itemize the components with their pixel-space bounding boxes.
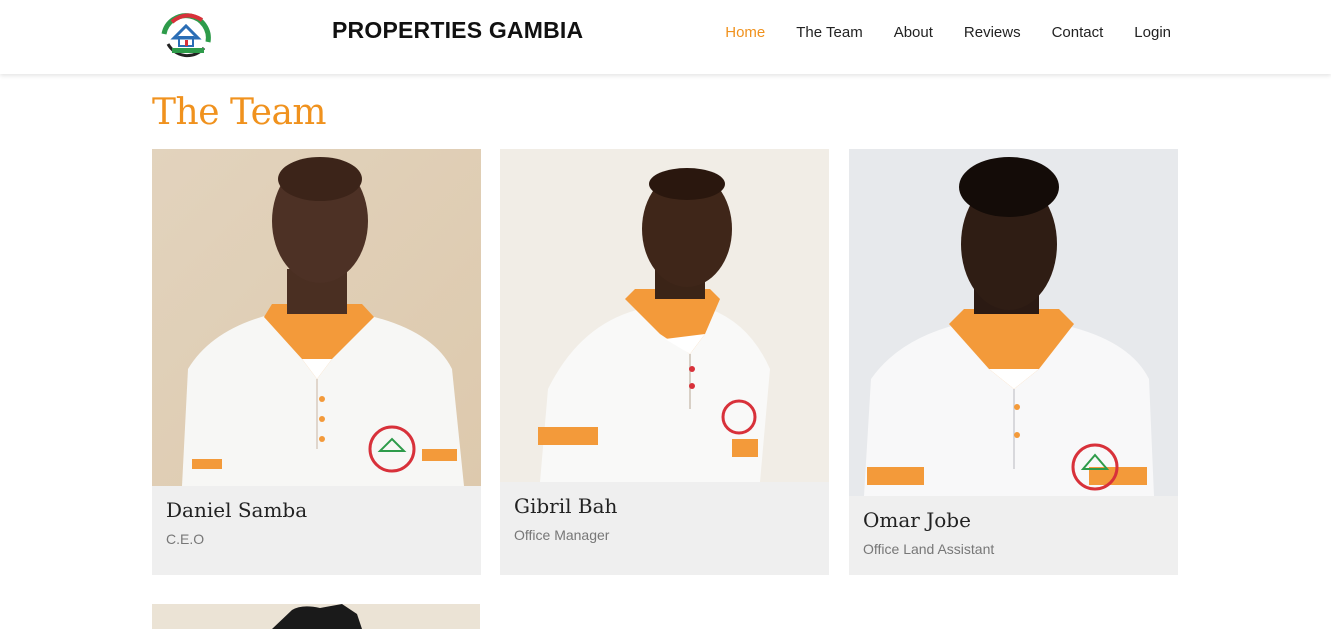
member-role: Office Manager [514,527,610,543]
member-photo [152,604,480,629]
team-card: Omar Jobe Office Land Assistant [849,149,1178,575]
nav-contact[interactable]: Contact [1052,24,1104,41]
nav-home[interactable]: Home [725,24,765,41]
nav-login[interactable]: Login [1134,24,1171,41]
nav-about[interactable]: About [894,24,933,41]
member-name: Omar Jobe [863,508,971,532]
navbar: PROPERTIES GAMBIA Home The Team About Re… [0,0,1331,74]
nav-reviews[interactable]: Reviews [964,24,1021,41]
member-photo [849,149,1178,496]
team-card: Daniel Samba C.E.O [152,149,481,575]
house-logo-icon[interactable] [158,8,216,60]
member-photo [500,149,829,482]
member-name: Gibril Bah [514,494,618,518]
member-name: Daniel Samba [166,498,308,522]
page-title: The Team [152,92,327,133]
member-role: C.E.O [166,531,205,547]
member-photo [152,149,481,486]
main-nav: Home The Team About Reviews Contact Logi… [694,24,1171,41]
member-role: Office Land Assistant [863,541,995,557]
nav-the-team[interactable]: The Team [796,24,862,41]
team-card: Gibril Bah Office Manager [500,149,829,575]
brand-name[interactable]: PROPERTIES GAMBIA [332,17,583,44]
